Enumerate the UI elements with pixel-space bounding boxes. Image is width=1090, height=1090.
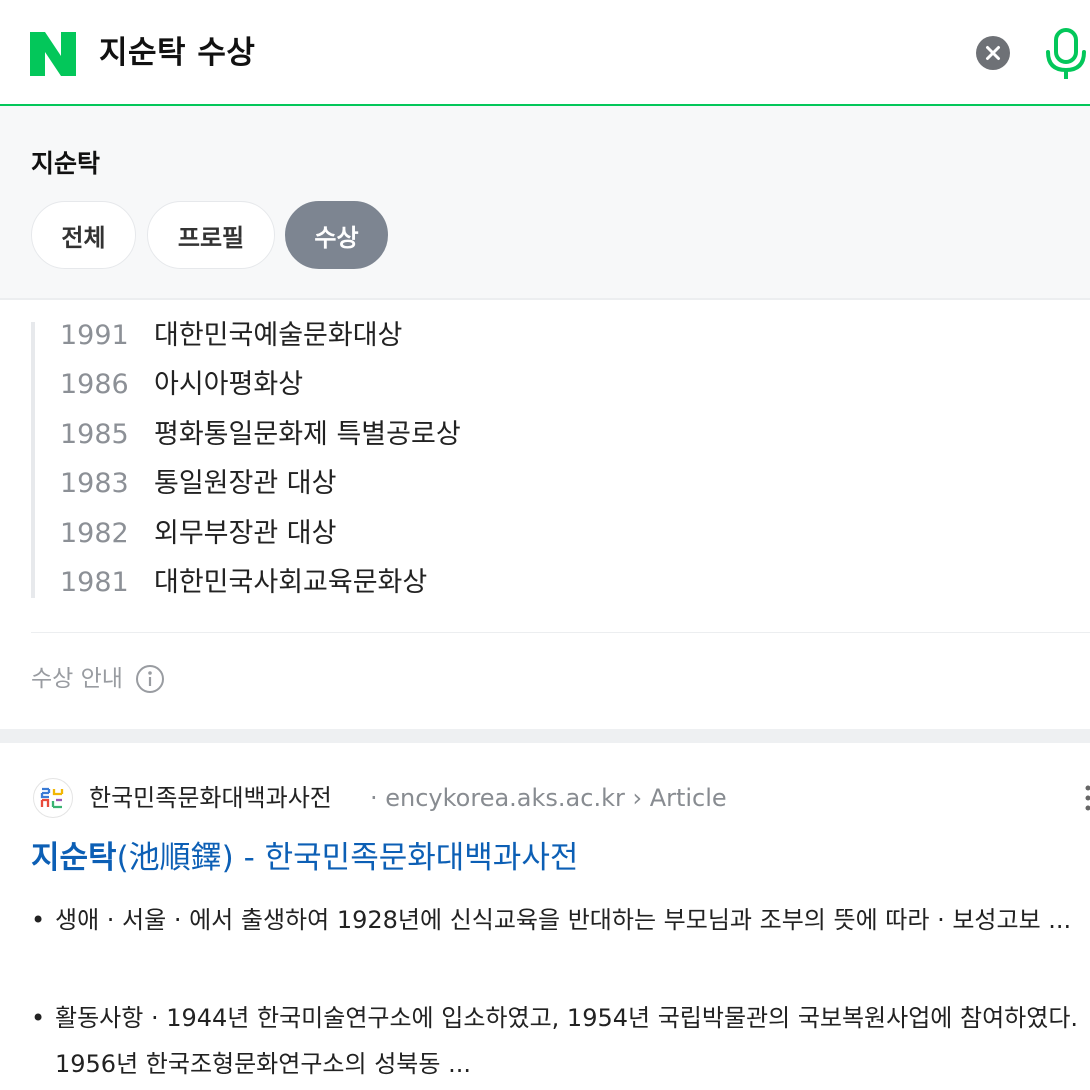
award-year: 1985 [60,419,129,450]
award-year: 1981 [60,567,129,598]
bullet-dot: • [31,906,46,934]
search-query-input[interactable]: 지순탁 수상 [99,30,255,76]
award-row: 1981 대한민국사회교육문화상 [0,563,1090,603]
microphone-icon[interactable] [1042,28,1090,80]
snippet-text: 활동사항 · 1944년 한국미술연구소에 입소하였고, 1954년 국립박물관… [55,1004,1079,1078]
award-year: 1986 [60,369,129,400]
result-title-text: (池順鐸) - 한국민족문화대백과사전 [116,840,579,876]
entity-panel [0,106,1090,298]
awards-timeline-bar [31,322,35,598]
tab-awards[interactable]: 수상 [285,201,388,269]
info-icon[interactable] [135,664,165,694]
award-year: 1982 [60,518,129,549]
snippet-text: 생애 · 서울 · 에서 출생하여 1928년에 신식교육을 반대하는 부모님과… [55,906,1072,934]
award-name: 아시아평화상 [154,369,304,400]
tab-all[interactable]: 전체 [31,201,136,269]
award-name: 대한민국사회교육문화상 [154,567,428,598]
list-divider [31,632,1090,633]
section-gap [0,729,1090,743]
award-row: 1986 아시아평화상 [0,365,1090,405]
result-title-highlight: 지순탁 [31,840,117,876]
more-options-icon[interactable] [1084,783,1090,813]
awards-guide-link[interactable]: 수상 안내 [31,662,123,696]
panel-divider [0,298,1090,300]
site-favicon-icon [33,778,73,818]
award-row: 1983 통일원장관 대상 [0,464,1090,504]
bullet-dot: • [31,1004,46,1032]
award-year: 1983 [60,468,129,499]
result-site-url[interactable]: · encykorea.aks.ac.kr › Article [370,780,727,816]
entity-title: 지순탁 [31,149,101,178]
award-year: 1991 [60,320,129,351]
award-name: 외무부장관 대상 [154,518,337,549]
close-icon [986,46,1000,60]
award-name: 평화통일문화제 특별공로상 [154,419,461,450]
result-site-name[interactable]: 한국민족문화대백과사전 [89,780,332,816]
award-name: 대한민국예술문화대상 [154,320,403,351]
naver-logo[interactable] [30,32,76,76]
award-name: 통일원장관 대상 [154,468,337,499]
result-title-link[interactable]: 지순탁(池順鐸) - 한국민족문화대백과사전 [31,836,578,880]
search-header: 지순탁 수상 [0,0,1090,104]
award-row: 1985 평화통일문화제 특별공로상 [0,415,1090,455]
award-row: 1982 외무부장관 대상 [0,514,1090,554]
tab-profile[interactable]: 프로필 [147,201,275,269]
award-row: 1991 대한민국예술문화대상 [0,316,1090,356]
clear-search-button[interactable] [976,36,1010,70]
